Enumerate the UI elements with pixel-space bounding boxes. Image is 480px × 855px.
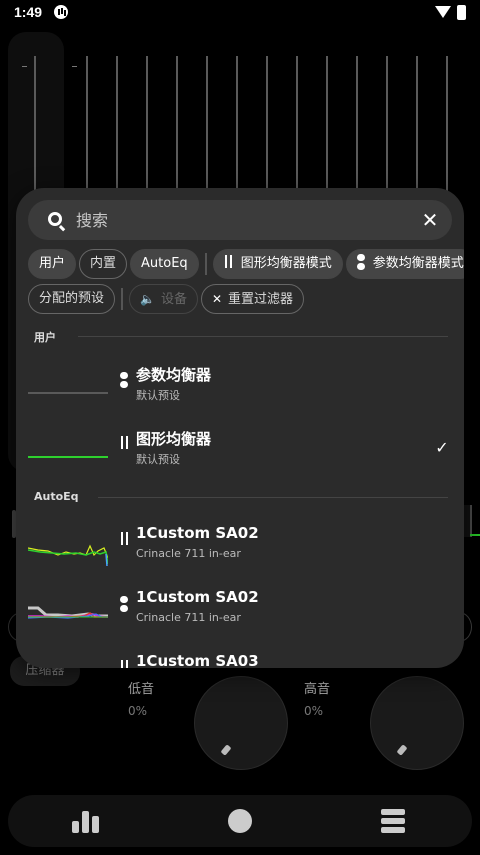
dial-nav-icon[interactable] — [228, 809, 252, 833]
filter-chip-builtin[interactable]: 内置 — [79, 249, 128, 279]
parametric-eq-icon — [120, 596, 128, 612]
preset-subtitle: 默认预设 — [136, 389, 180, 402]
chip-divider — [121, 288, 124, 310]
layers-nav-icon[interactable] — [381, 809, 405, 833]
search-input[interactable] — [76, 209, 396, 231]
speaker-icon: 🔈 — [140, 292, 155, 306]
clear-search-icon[interactable]: ✕ — [420, 210, 440, 230]
preset-subtitle: 默认预设 — [136, 453, 180, 466]
chip-divider — [204, 253, 207, 275]
status-time: 1:49 — [14, 4, 43, 20]
graphic-eq-icon — [120, 532, 129, 545]
preset-curve-preview — [28, 456, 108, 458]
chip-label: 重置过滤器 — [228, 292, 294, 307]
graphic-eq-icon — [120, 436, 129, 449]
close-icon: ✕ — [211, 292, 223, 306]
filter-chip-autoeq[interactable]: AutoEq — [130, 249, 199, 279]
status-bar: 1:49 — [0, 0, 480, 26]
preset-subtitle: Crinacle 711 in-ear — [136, 547, 241, 560]
filter-chip-device[interactable]: 🔈 设备 — [129, 284, 198, 314]
gridline-marker — [72, 66, 77, 67]
preset-curve-preview — [28, 392, 108, 394]
search-icon — [48, 212, 62, 226]
treble-knob[interactable] — [370, 676, 464, 770]
parametric-eq-icon — [120, 372, 128, 388]
preset-item-selected[interactable]: 图形均衡器 默认预设 ✓ — [16, 418, 464, 482]
preset-item[interactable]: 1Custom SA02 Crinacle 711 in-ear — [16, 514, 464, 578]
filter-row-secondary: 分配的预设 🔈 设备 ✕ 重置过滤器 — [28, 284, 307, 314]
preset-curve-preview — [28, 544, 108, 566]
section-header-user: 用户 — [34, 331, 56, 344]
reset-filters-button[interactable]: ✕ 重置过滤器 — [200, 284, 305, 314]
filter-row-primary: 用户 内置 AutoEq 图形均衡器模式 参数均衡器模式 — [28, 249, 464, 279]
section-divider — [98, 497, 448, 498]
gridline-marker — [22, 66, 27, 67]
knob-indicator — [220, 744, 232, 756]
knob-indicator — [396, 744, 408, 756]
preset-curve-preview — [28, 650, 108, 668]
treble-label: 高音 — [304, 682, 331, 697]
preset-picker-sheet: ✕ 用户内置AutoEq图形均衡器模式参数均衡器模式 分配的预设🔈设备✕重置过滤… — [16, 188, 464, 668]
section-header-autoeq: AutoEq — [34, 490, 79, 503]
chip-label: 图形均衡器模式 — [240, 256, 332, 271]
filter-chip-parametric-eq[interactable]: 参数均衡器模式 — [345, 249, 464, 279]
filter-chip-user[interactable]: 用户 — [28, 249, 77, 279]
filter-chip-assigned-presets[interactable]: 分配的预设 — [28, 284, 116, 314]
graphic-eq-icon — [120, 660, 129, 668]
graphic-eq-icon — [224, 255, 233, 268]
preset-item[interactable]: 1Custom SA02 Crinacle 711 in-ear — [16, 578, 464, 642]
app-notification-icon — [54, 5, 68, 19]
search-bar[interactable]: ✕ — [28, 200, 452, 240]
preset-subtitle: Crinacle 711 in-ear — [136, 611, 241, 624]
bass-knob[interactable] — [194, 676, 288, 770]
preset-name: 1Custom SA03 — [136, 652, 259, 668]
bass-value: 0% — [128, 704, 148, 718]
preset-name: 1Custom SA02 — [136, 588, 259, 606]
selected-check-icon: ✓ — [435, 438, 449, 457]
eq-curve-edge — [470, 534, 480, 536]
chip-label: 参数均衡器模式 — [372, 256, 464, 271]
wifi-icon — [435, 6, 451, 18]
battery-icon — [457, 5, 466, 20]
treble-value: 0% — [304, 704, 324, 718]
preset-item[interactable]: 1Custom SA03 — [16, 642, 464, 668]
equalizer-nav-icon[interactable] — [72, 809, 100, 833]
bottom-navigation — [8, 795, 472, 847]
preset-curve-preview — [28, 606, 108, 619]
section-divider — [78, 336, 448, 337]
chip-label: 设备 — [160, 292, 187, 307]
bass-label: 低音 — [128, 682, 155, 697]
preset-name: 图形均衡器 — [136, 430, 212, 448]
filter-chip-graphic-eq[interactable]: 图形均衡器模式 — [212, 249, 343, 279]
parametric-eq-icon — [356, 254, 365, 270]
preset-name: 1Custom SA02 — [136, 524, 259, 542]
preset-name: 参数均衡器 — [136, 366, 212, 384]
preset-item[interactable]: 参数均衡器 默认预设 — [16, 354, 464, 418]
